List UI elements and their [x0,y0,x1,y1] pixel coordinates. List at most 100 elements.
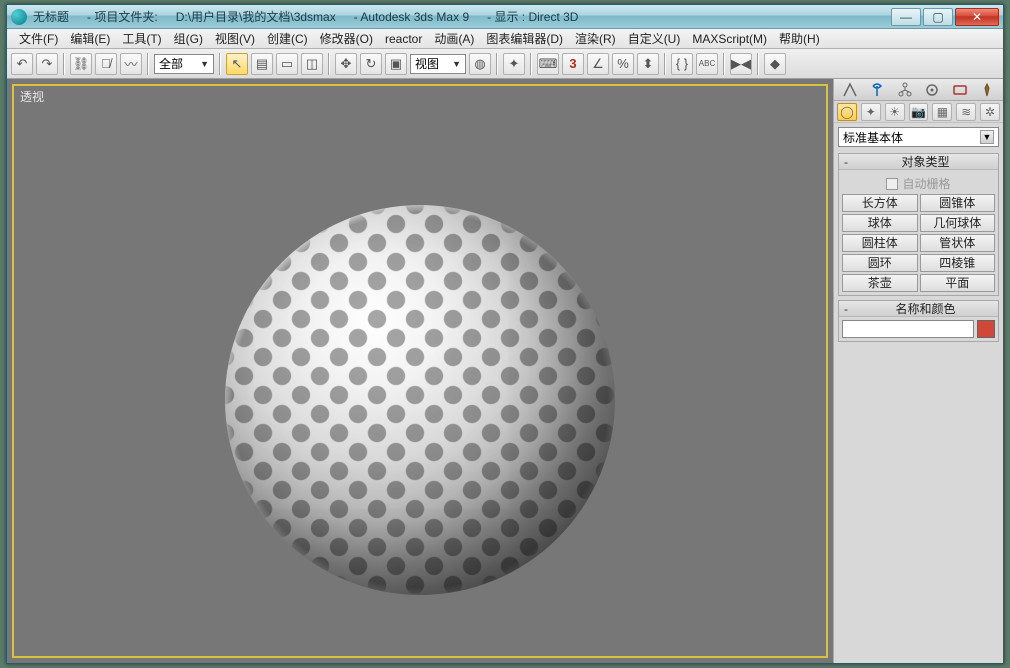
manipulate-button[interactable]: ✦ [503,53,525,75]
create-tab[interactable] [840,81,860,99]
motion-tab[interactable] [922,81,942,99]
subcategory-value: 标准基本体 [843,129,903,146]
menu-animation[interactable]: 动画(A) [428,28,480,49]
viewport-active-frame: 透视 [12,84,828,658]
hierarchy-tab[interactable] [895,81,915,99]
name-color-label: 名称和颜色 [853,300,998,317]
ref-coord-dropdown[interactable]: 视图 ▼ [410,54,466,74]
window-crossing-button[interactable]: ◫ [301,53,323,75]
primitive-grid: 长方体 圆锥体 球体 几何球体 圆柱体 管状体 圆环 四棱锥 茶壶 平面 [842,194,995,292]
menu-tools[interactable]: 工具(T) [116,28,167,49]
window-controls: — ▢ ✕ [891,8,999,26]
scale-button[interactable]: ▣ [385,53,407,75]
display-tab[interactable] [950,81,970,99]
chevron-down-icon: ▼ [452,59,461,69]
app-window: 无标题 - 项目文件夹: D:\用户目录\我的文档\3dsmax - Autod… [6,4,1004,664]
select-by-name-button[interactable]: ▤ [251,53,273,75]
select-button[interactable]: ↖ [226,53,248,75]
menu-graph[interactable]: 图表编辑器(D) [480,28,569,49]
menu-edit[interactable]: 编辑(E) [64,28,116,49]
create-category-row: ◯ ✦ ☀ 📷 ▦ ≋ ✲ [834,101,1003,123]
minimize-button[interactable]: — [891,8,921,26]
sphere-button[interactable]: 球体 [842,214,918,232]
selection-filter-value: 全部 [159,55,183,72]
title-display: - 显示 : Direct 3D [487,8,578,25]
viewport-label: 透视 [20,88,44,105]
menu-modifiers[interactable]: 修改器(O) [314,28,379,49]
keyboard-shortcut-button[interactable]: ⌨ [537,53,559,75]
cameras-button[interactable]: 📷 [909,103,929,121]
title-app: - Autodesk 3ds Max 9 [354,10,469,24]
undo-button[interactable]: ↶ [11,53,33,75]
menu-views[interactable]: 视图(V) [209,28,261,49]
menu-create[interactable]: 创建(C) [261,28,314,49]
mirror-button[interactable]: ▶◀ [730,53,752,75]
name-color-header[interactable]: - 名称和颜色 [839,301,998,317]
selection-filter-dropdown[interactable]: 全部 ▼ [154,54,214,74]
maximize-button[interactable]: ▢ [923,8,953,26]
unlink-button[interactable]: ⛓̸ [95,53,117,75]
golf-ball-object[interactable] [225,205,615,595]
object-name-input[interactable] [842,320,974,338]
modify-tab[interactable] [867,81,887,99]
lights-button[interactable]: ☀ [885,103,905,121]
app-icon [11,9,27,25]
object-color-swatch[interactable] [977,320,995,338]
cone-button[interactable]: 圆锥体 [920,194,996,212]
menu-reactor[interactable]: reactor [379,30,428,48]
tube-button[interactable]: 管状体 [920,234,996,252]
title-document: 无标题 [33,8,69,25]
named-sets-button[interactable]: { } [671,53,693,75]
shapes-button[interactable]: ✦ [861,103,881,121]
bind-spacewarp-button[interactable]: 〰 [120,53,142,75]
pyramid-button[interactable]: 四棱锥 [920,254,996,272]
snap-toggle-button[interactable]: 3 [562,53,584,75]
teapot-button[interactable]: 茶壶 [842,274,918,292]
rotate-button[interactable]: ↻ [360,53,382,75]
titlebar: 无标题 - 项目文件夹: D:\用户目录\我的文档\3dsmax - Autod… [7,5,1003,29]
autogrid-checkbox[interactable] [886,178,898,190]
object-type-rollout: - 对象类型 自动栅格 长方体 圆锥体 球体 几何球体 圆柱体 管状体 [838,153,999,296]
cylinder-button[interactable]: 圆柱体 [842,234,918,252]
autogrid-row: 自动栅格 [842,173,995,194]
menu-maxscript[interactable]: MAXScript(M) [686,30,773,48]
utilities-tab[interactable] [977,81,997,99]
pivot-center-button[interactable]: ◍ [469,53,491,75]
link-button[interactable]: ⛓ [70,53,92,75]
move-button[interactable]: ✥ [335,53,357,75]
angle-snap-button[interactable]: ∠ [587,53,609,75]
name-color-rollout: - 名称和颜色 [838,300,999,342]
abc-button[interactable]: ABC [696,53,718,75]
chevron-down-icon: ▼ [980,130,994,144]
helpers-button[interactable]: ▦ [932,103,952,121]
align-button[interactable]: ◆ [764,53,786,75]
menu-customize[interactable]: 自定义(U) [622,28,687,49]
geometry-button[interactable]: ◯ [837,103,857,121]
percent-snap-button[interactable]: % [612,53,634,75]
subcategory-dropdown[interactable]: 标准基本体 ▼ [838,127,999,147]
title-project-label: - 项目文件夹: [87,8,158,25]
menu-help[interactable]: 帮助(H) [773,28,826,49]
close-button[interactable]: ✕ [955,8,999,26]
geosphere-button[interactable]: 几何球体 [920,214,996,232]
spacewarps-button[interactable]: ≋ [956,103,976,121]
command-panel-tabs [834,79,1003,101]
viewport[interactable]: 透视 [7,79,833,663]
dimple-pattern [225,205,615,595]
select-region-button[interactable]: ▭ [276,53,298,75]
menu-group[interactable]: 组(G) [168,28,209,49]
menu-file[interactable]: 文件(F) [13,28,64,49]
minus-icon: - [839,155,853,169]
chevron-down-icon: ▼ [200,59,209,69]
systems-button[interactable]: ✲ [980,103,1000,121]
box-button[interactable]: 长方体 [842,194,918,212]
redo-button[interactable]: ↷ [36,53,58,75]
menu-rendering[interactable]: 渲染(R) [569,28,622,49]
spinner-snap-button[interactable]: ⬍ [637,53,659,75]
ref-coord-value: 视图 [415,55,439,72]
main-area: 透视 ◯ ✦ ☀ 📷 ▦ ≋ ✲ [7,79,1003,663]
plane-button[interactable]: 平面 [920,274,996,292]
title-project-path: D:\用户目录\我的文档\3dsmax [176,8,336,25]
object-type-header[interactable]: - 对象类型 [839,154,998,170]
torus-button[interactable]: 圆环 [842,254,918,272]
